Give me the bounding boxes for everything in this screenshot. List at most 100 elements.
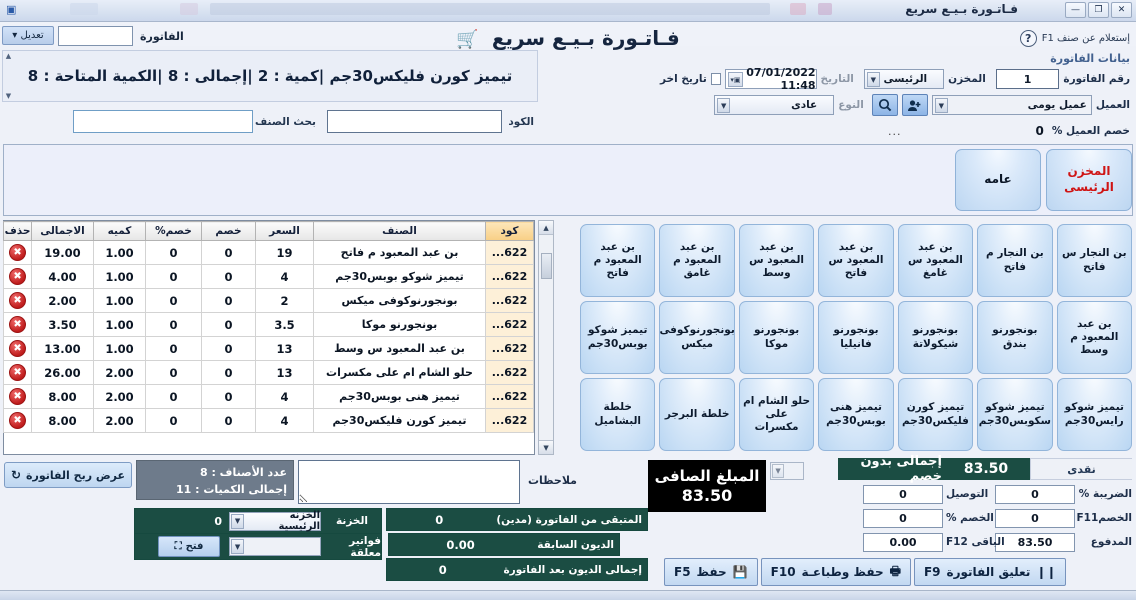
product-button[interactable]: تيميز شوكو سكوبس30جم [977,378,1053,451]
items-table-scrollbar[interactable]: ▲ ▼ [538,220,554,455]
cell-discount-pct[interactable]: 0 [145,336,202,361]
discount-pct-input[interactable]: 0 [863,508,943,528]
print-button[interactable]: 🖶 حفظ وطباعـة F10 [760,558,911,586]
product-button[interactable]: خلطة البرجر [659,378,735,451]
paid-input[interactable]: 83.50 [995,532,1075,552]
product-button[interactable]: حلو الشام ام على مكسرات [738,378,815,451]
product-button[interactable]: بن عبد المعبود س غامغ [897,224,974,297]
table-row[interactable]: 622... بونجورنوكوفى ميكس 2 0 0 1.00 2.00 ✖ [3,288,534,313]
cell-discount[interactable]: 0 [201,360,256,385]
cell-total[interactable]: 13.00 [31,336,94,361]
cell-total[interactable]: 19.00 [31,240,94,265]
other-date-checkbox[interactable] [710,73,721,85]
help-icon[interactable]: ? [1019,30,1037,47]
cell-discount-pct[interactable]: 0 [145,288,202,313]
product-button[interactable]: بن النجار س فاتح [1056,224,1132,297]
cell-discount-pct[interactable]: 0 [145,408,202,433]
col-discount[interactable]: خصم [201,221,256,241]
product-button[interactable]: خلطة البشاميل [580,378,656,451]
tab-main-warehouse[interactable]: المخزن الرئيسى [1046,149,1132,211]
treasury-select[interactable]: ▼ الخزنه الرئيسية [229,510,321,532]
delete-row-icon[interactable]: ✖ [9,268,26,285]
col-item[interactable]: الصنف [313,221,486,241]
date-field[interactable]: ▣▾ 07/01/2022 11:48 [724,66,817,92]
invoice-no-field[interactable]: 1 [995,69,1060,89]
discount-input[interactable]: 0 [995,508,1075,528]
search-customer-button[interactable] [871,94,898,116]
delete-row-icon[interactable]: ✖ [9,412,26,429]
cell-delete[interactable]: ✖ [3,408,32,433]
delete-row-icon[interactable]: ✖ [9,340,26,357]
table-row[interactable]: 622... تيميز هنى بوبس30جم 4 0 0 2.00 8.00 ✖ [3,384,534,409]
open-pending-button[interactable]: فتح ⛶ [158,536,220,557]
cell-code[interactable]: 622... [485,408,534,433]
delete-row-icon[interactable]: ✖ [9,244,26,261]
product-button[interactable]: بونجورنو بندق [977,301,1053,374]
table-row[interactable]: 622... تيميز شوكو بوبس30جم 4 0 0 1.00 4.00 ✖ [3,264,534,289]
edit-dropdown-button[interactable]: تعديل ▾ [2,26,54,45]
col-qty[interactable]: كميه [93,221,146,241]
close-button[interactable]: ✕ [1111,2,1132,18]
cell-discount-pct[interactable]: 0 [145,240,202,265]
delete-row-icon[interactable]: ✖ [9,292,26,309]
delete-row-icon[interactable]: ✖ [9,364,26,381]
product-button[interactable]: بن عبد المعبود س وسط [738,224,815,297]
add-customer-button[interactable] [901,94,928,116]
cell-total[interactable]: 8.00 [31,408,94,433]
col-price[interactable]: السعر [255,221,314,241]
product-button[interactable]: تيميز شوكو رايس30جم [1056,378,1132,451]
cell-total[interactable]: 4.00 [31,264,94,289]
minimize-button[interactable]: — [1065,2,1086,18]
product-button[interactable]: تيميز كورن فليكس30جم [897,378,974,451]
cell-discount[interactable]: 0 [201,264,256,289]
cell-code[interactable]: 622... [485,336,534,361]
cell-item[interactable]: بونجورنوكوفى ميكس [313,288,486,313]
cell-price[interactable]: 19 [255,240,314,265]
cell-price[interactable]: 13 [255,336,314,361]
table-row[interactable]: 622... تيميز كورن فليكس30جم 4 0 0 2.00 8.00 ✖ [3,408,534,433]
tab-general[interactable]: عامه [955,149,1041,211]
cell-discount-pct[interactable]: 0 [145,312,202,337]
col-total[interactable]: الاجمالى [31,221,94,241]
cell-item[interactable]: بن عبد المعبود م فاتح [313,240,486,265]
product-button[interactable]: تيميز شوكو بوبس30جم [580,301,656,374]
cell-qty[interactable]: 2.00 [93,360,146,385]
cell-discount-pct[interactable]: 0 [145,360,202,385]
pending-invoices-select[interactable]: ▼ [229,537,321,556]
product-button[interactable]: بن عبد المعبود م وسط [1056,301,1132,374]
cell-code[interactable]: 622... [485,384,534,409]
cell-code[interactable]: 622... [485,312,534,337]
customer-select[interactable]: ▼ عميل يومى [931,95,1092,115]
save-button[interactable]: 💾 حفظ F5 [664,558,758,586]
cell-total[interactable]: 26.00 [31,360,94,385]
table-row[interactable]: 622... حلو الشام ام على مكسرات 13 0 0 2.00 26.… [3,360,534,385]
cell-code[interactable]: 622... [485,360,534,385]
cell-qty[interactable]: 1.00 [93,336,146,361]
cell-discount[interactable]: 0 [201,288,256,313]
cell-code[interactable]: 622... [485,288,534,313]
cell-code[interactable]: 622... [485,240,534,265]
product-button[interactable]: بونجورنوكوفى ميكس [659,301,735,374]
scroll-thumb[interactable] [541,253,552,279]
cell-total[interactable]: 8.00 [31,384,94,409]
cell-delete[interactable]: ✖ [3,336,32,361]
cell-discount[interactable]: 0 [201,312,256,337]
product-button[interactable]: بونجورنو شيكولاتة [897,301,974,374]
type-select[interactable]: ▼ عادى [714,95,835,115]
cell-price[interactable]: 4 [255,384,314,409]
banner-spinner[interactable]: ▲ ▼ [3,52,14,100]
item-search-input[interactable] [73,110,253,133]
more-options-dots[interactable]: ... [888,125,902,138]
cell-delete[interactable]: ✖ [3,240,32,265]
scroll-down-icon[interactable]: ▼ [539,440,553,454]
cell-delete[interactable]: ✖ [3,384,32,409]
product-button[interactable]: بن عبد المعبود م غامق [659,224,735,297]
maximize-button[interactable]: ❐ [1088,2,1109,18]
cell-price[interactable]: 3.5 [255,312,314,337]
table-row[interactable]: 622... بن عبد المعبود س وسط 13 0 0 1.00 13.00 ✖ [3,336,534,361]
cell-delete[interactable]: ✖ [3,264,32,289]
scroll-up-icon[interactable]: ▲ [539,221,553,235]
item-lookup-hint[interactable]: إستعلام عن صنف F1 ? [1019,30,1130,47]
cell-price[interactable]: 4 [255,264,314,289]
show-invoice-profit-button[interactable]: عرض ربح الفاتورة ↻ [4,462,132,488]
